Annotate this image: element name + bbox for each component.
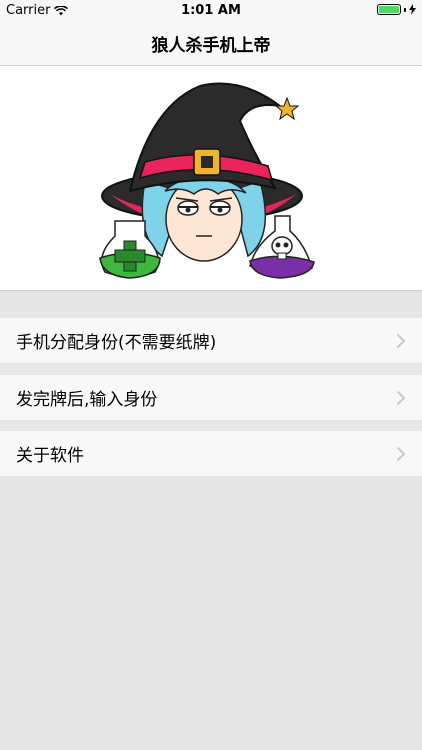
chevron-right-icon [396,333,406,348]
hero-image-area [0,66,422,291]
menu-item-assign-roles[interactable]: 手机分配身份(不需要纸牌) [0,318,422,363]
menu-item-about[interactable]: 关于软件 [0,431,422,476]
menu-item-label: 发完牌后,输入身份 [16,390,158,410]
page-title: 狼人杀手机上帝 [151,36,271,56]
witch-illustration [99,82,315,279]
menu-item-label: 关于软件 [16,446,84,466]
status-time: 1:01 AM [181,3,241,18]
charging-icon [409,4,416,15]
chevron-right-icon [396,390,406,405]
chevron-right-icon [396,446,406,461]
menu-item-label: 手机分配身份(不需要纸牌) [16,333,217,353]
menu-item-input-roles[interactable]: 发完牌后,输入身份 [0,375,422,420]
navigation-bar: 狼人杀手机上帝 [0,22,422,66]
battery-icon [377,4,416,15]
status-bar: Carrier 1:01 AM [0,0,422,22]
